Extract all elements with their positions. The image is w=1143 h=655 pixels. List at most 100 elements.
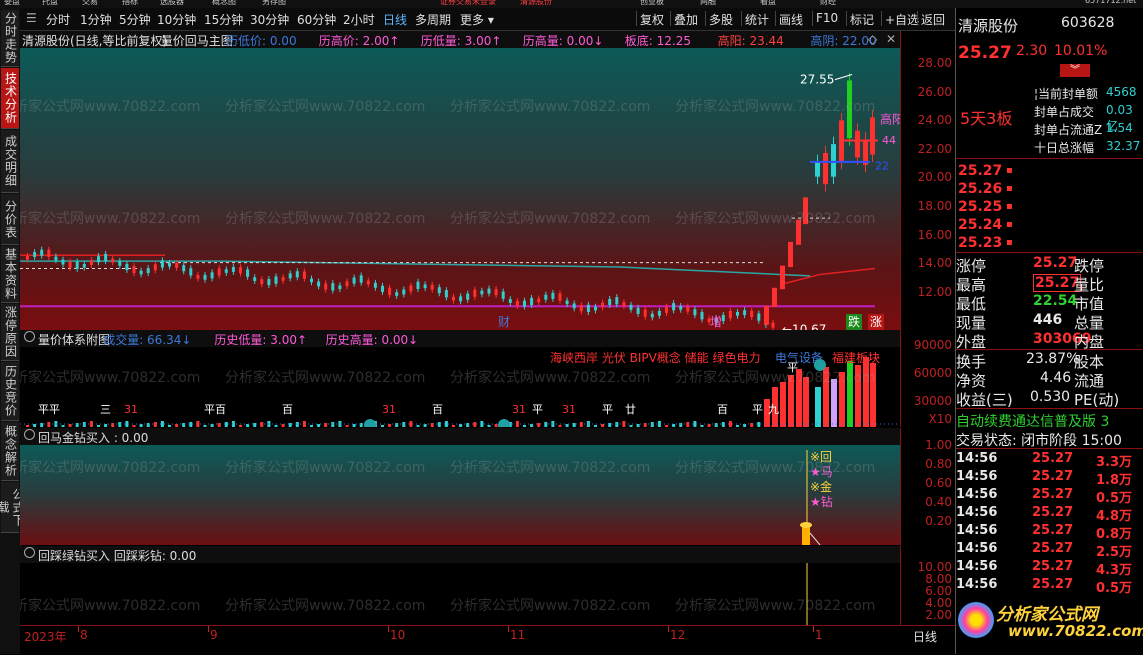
toolbar-separator	[670, 11, 671, 26]
period-button[interactable]: 更多 ▾	[460, 11, 494, 28]
tool-button[interactable]: 画线	[779, 11, 803, 28]
volume-bar	[416, 425, 420, 427]
top-menu-item[interactable]: 委盘	[4, 0, 20, 7]
top-menu-item[interactable]: 选股器	[160, 0, 184, 7]
indicator2-pane[interactable]: 分析家公式网www.70822.com 分析家公式网www.70822.com 分析…	[20, 563, 900, 625]
close-icon[interactable]: ✕	[886, 32, 896, 46]
candle-body	[480, 290, 484, 295]
volume-bar	[558, 425, 562, 427]
flower-logo-icon	[958, 602, 994, 638]
volume-bar	[728, 421, 732, 427]
volume-bar	[317, 424, 321, 427]
top-menu-item[interactable]: 清源股份	[520, 0, 552, 7]
logo-url: www.70822.com	[1008, 622, 1143, 640]
diamond-icon[interactable]: ◇	[868, 32, 877, 46]
period-button[interactable]: 分时	[46, 11, 70, 28]
watermark-text: 分析家公式网www.70822.com	[450, 370, 651, 386]
candle-body	[82, 264, 86, 268]
top-menu-item[interactable]: 两融	[700, 0, 716, 7]
top-menu-item[interactable]: 交易	[82, 0, 98, 7]
watermark-text: 分析家公式网www.70822.com	[450, 99, 651, 115]
y-tick-label: 26.00	[917, 84, 952, 99]
left-tab[interactable]: 历史竞价	[1, 362, 19, 421]
volume-bar	[239, 425, 242, 427]
period-button[interactable]: 30分钟	[250, 11, 289, 28]
left-tab[interactable]: 分价表	[1, 194, 19, 245]
top-menu-item[interactable]: 托盘	[42, 0, 58, 7]
volume-chart-pane[interactable]: 海峡西岸 光伏 BIPV概念 储能 绿色电力 电气设备 福建板块 平平三 31 平百百 31…	[20, 347, 900, 427]
tool-button[interactable]: 返回	[921, 11, 945, 28]
period-button[interactable]: 1分钟	[80, 11, 112, 28]
left-tab[interactable]: 公式下载	[0, 482, 25, 533]
candle-body	[764, 305, 769, 325]
left-tab[interactable]: 分时走势	[1, 10, 19, 67]
watermark-text: 分析家公式网www.70822.com	[450, 211, 651, 227]
candle-body	[466, 293, 470, 300]
tool-button[interactable]: 统计	[745, 11, 769, 28]
top-menu-item[interactable]: 另存图	[262, 0, 286, 7]
period-button[interactable]: 15分钟	[204, 11, 243, 28]
tool-button[interactable]: 复权	[640, 11, 664, 28]
period-button[interactable]: 10分钟	[157, 11, 196, 28]
price-change: 2.30	[1016, 43, 1048, 59]
indicator2-plot	[806, 563, 808, 625]
tool-button[interactable]: 标记	[850, 11, 874, 28]
candle-body	[452, 296, 455, 301]
volume-bar	[665, 425, 668, 427]
top-menu-item[interactable]: 看盘	[760, 0, 776, 7]
period-button[interactable]: 日线	[383, 11, 407, 28]
candle-body	[459, 296, 463, 302]
tool-button[interactable]: F10	[816, 11, 838, 25]
candle-body	[274, 276, 278, 284]
left-tab[interactable]: 涨停原因	[1, 304, 19, 361]
tool-button[interactable]: 多股	[709, 11, 733, 28]
volume-bar	[288, 423, 292, 427]
quote-row: 外盘 303069 内盘	[956, 330, 1143, 351]
y-tick-label: 28.00	[917, 56, 952, 70]
candle-body	[750, 310, 754, 318]
period-button[interactable]: 多周期	[415, 11, 451, 28]
divider	[956, 252, 1143, 253]
period-button[interactable]: 2小时	[343, 11, 375, 28]
signal-circle-icon	[364, 419, 376, 427]
top-menu-item[interactable]: 6571712.net	[1085, 0, 1136, 5]
candle-body	[310, 278, 313, 283]
top-menu-item[interactable]: 指标	[122, 0, 138, 7]
indicator1-pane[interactable]: ※回 ★马 ※金 ★钻 分析家公式网www.70822.com 分析家公式网www.70…	[20, 445, 900, 545]
top-menu-item[interactable]: 证券交易未登录	[440, 0, 496, 7]
top-menu-item[interactable]: 创业板	[640, 0, 664, 7]
quote-text: 25.27	[1032, 559, 1074, 574]
left-tab[interactable]: 概念解析	[1, 422, 19, 481]
tool-button[interactable]: +自选	[885, 11, 919, 28]
volume-bar	[409, 421, 413, 427]
left-tab[interactable]: 成交明细	[1, 130, 19, 193]
volume-bar	[636, 424, 640, 427]
watermark-text: 分析家公式网www.70822.com	[20, 211, 201, 227]
tool-button[interactable]: 叠加	[674, 11, 698, 28]
left-tab[interactable]: 基本资料	[1, 246, 19, 303]
volume-bar	[700, 425, 704, 427]
y-tick-label: 0.20	[925, 514, 952, 528]
quote-row: 最低 22.54 市值	[956, 292, 1143, 313]
title-part: 历史低量: 3.00↑	[214, 333, 308, 347]
expand-chevron-icon[interactable]: ︾	[1060, 64, 1090, 77]
main-chart-pane[interactable]: 27.55 ←10.67 高阳 44 22 财 增 跌涨 分析家公式网www.70822.co…	[20, 48, 900, 330]
candle-body	[515, 300, 519, 306]
quote-text: ▪	[1006, 219, 1013, 230]
toolbar-menu-icon[interactable]: ☰	[26, 11, 37, 25]
candle-body	[757, 313, 761, 321]
quote-text: 23.87%	[1026, 351, 1080, 367]
collapse-icon[interactable]	[24, 331, 35, 342]
x-tick-mark	[508, 626, 509, 632]
period-button[interactable]: 60分钟	[297, 11, 336, 28]
volume-bar	[537, 423, 541, 427]
candle-body	[168, 262, 171, 267]
left-tab[interactable]: 技术分析	[1, 68, 19, 129]
volume-bar	[629, 425, 633, 427]
title-part: 板底: 12.25	[624, 34, 692, 48]
quote-text: 0.530	[1030, 389, 1071, 405]
top-menu-item[interactable]: 财经	[820, 0, 836, 7]
volume-bar	[168, 425, 171, 427]
top-menu-item[interactable]: 概念图	[212, 0, 236, 7]
period-button[interactable]: 5分钟	[119, 11, 151, 28]
